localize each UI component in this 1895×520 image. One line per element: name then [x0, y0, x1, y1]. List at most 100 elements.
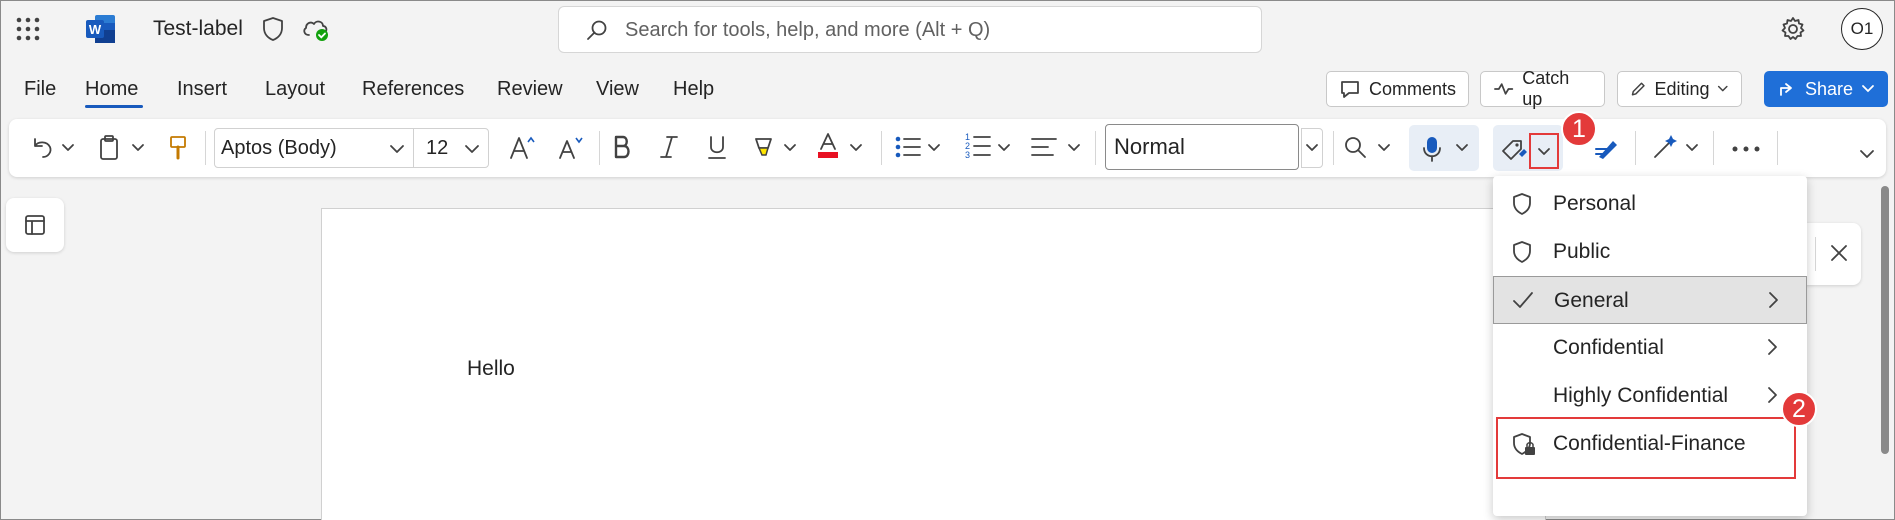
- sensitivity-dropdown-chevron[interactable]: [1529, 133, 1559, 169]
- style-gallery-box[interactable]: Normal: [1105, 124, 1299, 170]
- comments-label: Comments: [1368, 78, 1456, 99]
- checkmark-icon: [1513, 292, 1533, 308]
- chevron-right-icon: [1768, 339, 1777, 355]
- app-launcher-icon[interactable]: [15, 16, 41, 42]
- highlighter-icon[interactable]: [751, 133, 777, 161]
- vertical-scrollbar[interactable]: [1881, 186, 1889, 454]
- style-value: Normal: [1114, 134, 1185, 159]
- menu-item-label: Personal: [1553, 192, 1636, 215]
- align-icon[interactable]: [1029, 133, 1059, 161]
- share-button[interactable]: Share: [1764, 71, 1888, 107]
- document-title[interactable]: Test-label: [153, 17, 243, 41]
- separator: [881, 131, 882, 165]
- font-size-combo[interactable]: 12: [413, 128, 489, 168]
- numbering-chevron-down-icon[interactable]: [997, 143, 1011, 153]
- tab-insert[interactable]: Insert: [177, 78, 227, 101]
- menu-item-general[interactable]: General: [1493, 276, 1807, 324]
- bold-icon[interactable]: [609, 133, 635, 161]
- font-color-chevron-down-icon[interactable]: [849, 143, 863, 153]
- menu-item-confidential[interactable]: Confidential: [1493, 324, 1807, 372]
- separator: [1635, 131, 1636, 165]
- numbering-icon[interactable]: 123: [963, 131, 993, 161]
- chevron-down-icon: [1718, 85, 1729, 92]
- tab-file[interactable]: File: [24, 78, 56, 101]
- clipboard-icon[interactable]: [97, 134, 121, 162]
- font-color-icon[interactable]: [815, 131, 841, 161]
- tab-home[interactable]: Home: [85, 78, 138, 101]
- designer-chevron-down-icon[interactable]: [1685, 143, 1699, 153]
- tab-layout[interactable]: Layout: [265, 78, 325, 101]
- editing-mode-button[interactable]: Editing: [1617, 71, 1742, 107]
- gear-icon[interactable]: [1779, 15, 1807, 43]
- undo-icon[interactable]: [29, 135, 55, 161]
- sensitivity-label-icon: [1502, 140, 1527, 160]
- bullets-chevron-down-icon[interactable]: [927, 143, 941, 153]
- ribbon-expand-chevron-down-icon[interactable]: [1859, 149, 1875, 159]
- highlight-chevron-down-icon[interactable]: [783, 143, 797, 153]
- separator: [205, 131, 206, 165]
- chevron-down-icon: [465, 145, 479, 153]
- find-icon[interactable]: [1343, 135, 1369, 161]
- comments-button[interactable]: Comments: [1326, 71, 1469, 107]
- search-box[interactable]: Search for tools, help, and more (Alt + …: [558, 6, 1262, 53]
- svg-text:W: W: [89, 22, 102, 37]
- underline-icon[interactable]: [705, 133, 729, 161]
- separator: [599, 131, 600, 165]
- chevron-down-icon: [390, 145, 404, 153]
- undo-chevron-down-icon[interactable]: [61, 143, 75, 153]
- menu-item-label: Confidential: [1553, 336, 1664, 359]
- search-icon: [585, 19, 609, 43]
- align-chevron-down-icon[interactable]: [1067, 143, 1081, 153]
- svg-text:3: 3: [965, 150, 970, 160]
- menu-item-label: General: [1554, 289, 1629, 312]
- step-badge-2: 2: [1781, 391, 1817, 427]
- share-icon: [1780, 83, 1792, 96]
- font-name-combo[interactable]: Aptos (Body): [214, 128, 414, 168]
- document-page[interactable]: Hello: [321, 208, 1546, 520]
- pulse-icon: [1494, 83, 1514, 95]
- styles-dropdown-button[interactable]: [1301, 128, 1323, 168]
- menu-item-label: Highly Confidential: [1553, 384, 1729, 407]
- separator: [1095, 131, 1096, 165]
- active-tab-indicator: [85, 105, 143, 108]
- navigation-pane-button[interactable]: [6, 198, 64, 252]
- shrink-font-icon[interactable]: [555, 132, 587, 164]
- dictate-button[interactable]: [1409, 125, 1479, 171]
- close-icon[interactable]: [1829, 243, 1849, 263]
- grow-font-icon[interactable]: [507, 132, 539, 164]
- more-options-icon[interactable]: [1731, 145, 1761, 153]
- chevron-down-icon: [1456, 144, 1468, 151]
- cloud-saved-icon[interactable]: [301, 15, 331, 43]
- document-body-text[interactable]: Hello: [467, 357, 515, 381]
- separator: [1815, 237, 1816, 271]
- editor-icon[interactable]: [1591, 131, 1625, 163]
- chevron-right-icon: [1769, 292, 1778, 308]
- title-bar: W Test-label Search for tools, help, and…: [1, 1, 1894, 57]
- bullets-icon[interactable]: [893, 133, 923, 161]
- word-logo-icon[interactable]: W: [85, 13, 117, 45]
- menu-item-personal[interactable]: Personal: [1493, 180, 1807, 228]
- shield-icon: [1513, 193, 1531, 215]
- separator: [1333, 131, 1334, 165]
- tab-review[interactable]: Review: [497, 78, 563, 101]
- sensitivity-shield-icon[interactable]: [261, 16, 285, 42]
- avatar[interactable]: O1: [1841, 8, 1883, 50]
- chevron-down-icon: [1862, 85, 1874, 93]
- tab-help[interactable]: Help: [673, 78, 714, 101]
- menu-item-public[interactable]: Public: [1493, 228, 1807, 276]
- chevron-down-icon: [1538, 148, 1550, 155]
- catchup-button[interactable]: Catch up: [1480, 68, 1605, 109]
- pencil-icon: [1631, 82, 1645, 96]
- tab-references[interactable]: References: [362, 78, 464, 101]
- designer-icon[interactable]: [1649, 131, 1681, 163]
- sensitivity-dropdown-menu: Personal Public General Confidential Hig…: [1493, 176, 1807, 516]
- tab-view[interactable]: View: [596, 78, 639, 101]
- find-chevron-down-icon[interactable]: [1377, 143, 1391, 153]
- italic-icon[interactable]: [657, 133, 681, 161]
- share-label: Share: [1804, 78, 1854, 99]
- menu-item-highly-confidential[interactable]: Highly Confidential: [1493, 372, 1807, 420]
- separator: [1713, 131, 1714, 165]
- format-painter-icon[interactable]: [167, 134, 189, 162]
- clipboard-chevron-down-icon[interactable]: [131, 143, 145, 153]
- ribbon-toolbar: Aptos (Body) 12 123 Normal: [9, 119, 1886, 177]
